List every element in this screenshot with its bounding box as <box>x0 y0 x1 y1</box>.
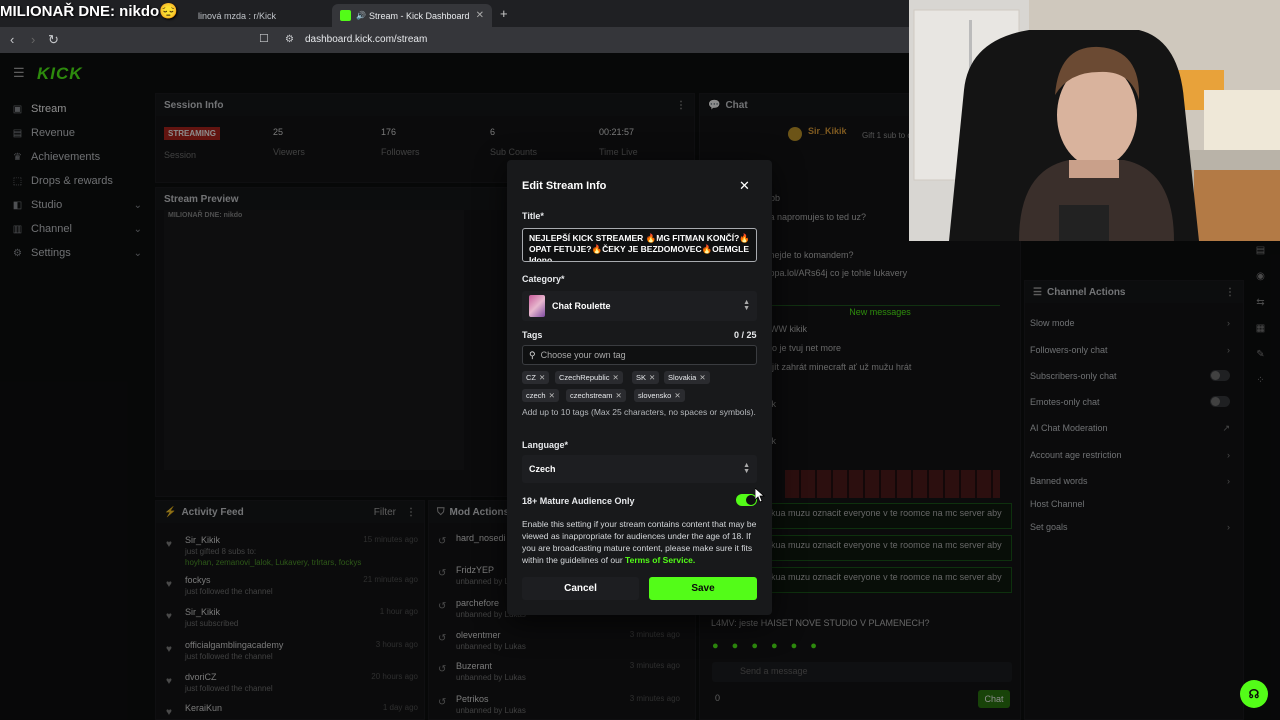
category-value: Chat Roulette <box>552 301 611 311</box>
tag-input[interactable]: ⚲ Choose your own tag <box>522 345 757 365</box>
tag-chip-label: CzechRepublic <box>559 373 610 382</box>
stream-title-field[interactable]: NEJLEPŠÍ KICK STREAMER 🔥MG FITMAN KONČÍ?… <box>522 228 757 262</box>
browser-tab-active[interactable]: 🔊 Stream - Kick Dashboard ✕ <box>332 4 492 27</box>
remove-tag-icon[interactable]: ✕ <box>539 373 545 382</box>
bookmark-icon[interactable]: ☐ <box>259 32 269 45</box>
category-label: Category* <box>522 274 565 284</box>
edit-stream-info-modal: Edit Stream Info ✕ Title* NEJLEPŠÍ KICK … <box>507 160 772 615</box>
mature-description: Enable this setting if your stream conta… <box>522 518 760 566</box>
tag-chip: CzechRepublic ✕ <box>555 371 623 384</box>
modal-title: Edit Stream Info <box>522 180 607 192</box>
tag-chip: czech ✕ <box>522 389 559 402</box>
tag-chip-label: SK <box>636 373 647 382</box>
tag-chip: slovensko ✕ <box>634 389 685 402</box>
cancel-button[interactable]: Cancel <box>522 577 639 600</box>
mature-toggle[interactable] <box>736 494 757 506</box>
speaker-icon: 🔊 <box>356 11 366 20</box>
tag-counter: 0 / 25 <box>734 330 757 340</box>
stream-overlay-title: MILIONAŘ DNE: nikdo😔 <box>0 3 178 20</box>
kick-favicon-icon <box>340 10 351 21</box>
tag-chip: SK ✕ <box>632 371 660 384</box>
tag-chip-label: slovensko <box>638 391 672 400</box>
tag-chip-label: Slovakia <box>668 373 697 382</box>
title-label: Title* <box>522 211 544 221</box>
site-info-icon[interactable]: ⚙ <box>285 34 294 45</box>
remove-tag-icon[interactable]: ✕ <box>699 373 705 382</box>
save-button[interactable]: Save <box>649 577 757 600</box>
tag-chip-label: czech <box>526 391 546 400</box>
search-icon: ⚲ <box>529 349 536 360</box>
close-icon[interactable]: ✕ <box>739 178 750 194</box>
tags-label: Tags <box>522 330 543 340</box>
tag-help-text: Add up to 10 tags (Max 25 characters, no… <box>522 407 756 417</box>
webcam-image <box>909 0 1280 241</box>
remove-tag-icon[interactable]: ✕ <box>674 391 680 400</box>
back-icon[interactable]: ‹ <box>10 32 14 47</box>
terms-of-service-link[interactable]: Terms of Service. <box>625 555 695 565</box>
tag-chip: czechstream ✕ <box>566 389 626 402</box>
tag-placeholder: Choose your own tag <box>540 350 626 360</box>
category-thumbnail <box>529 295 545 317</box>
support-chat-button[interactable]: ☊ <box>1240 680 1268 708</box>
headset-icon: ☊ <box>1248 687 1260 701</box>
reload-icon[interactable]: ↻ <box>48 32 59 48</box>
language-select[interactable]: Czech ▲ ▼ <box>522 455 757 483</box>
forward-icon[interactable]: › <box>31 32 35 47</box>
select-arrows-icon: ▲ ▼ <box>743 299 750 312</box>
select-arrows-icon: ▲ ▼ <box>743 462 750 475</box>
browser-tab[interactable]: linová mzda : r/Kick <box>190 4 330 27</box>
remove-tag-icon[interactable]: ✕ <box>612 373 618 382</box>
remove-tag-icon[interactable]: ✕ <box>549 391 555 400</box>
mouse-cursor-icon <box>755 488 765 503</box>
url-field[interactable]: dashboard.kick.com/stream <box>305 34 427 45</box>
remove-tag-icon[interactable]: ✕ <box>649 373 655 382</box>
tag-chip-label: czechstream <box>570 391 613 400</box>
language-value: Czech <box>529 464 556 474</box>
new-tab-button[interactable]: + <box>500 6 508 21</box>
language-label: Language* <box>522 440 569 450</box>
category-select[interactable]: Chat Roulette ▲ ▼ <box>522 291 757 321</box>
tab-close-icon[interactable]: ✕ <box>476 10 484 21</box>
tag-chip-label: CZ <box>526 373 536 382</box>
tab-label: Stream - Kick Dashboard <box>368 10 470 21</box>
webcam-overlay <box>909 0 1280 241</box>
tab-label: linová mzda : r/Kick <box>198 10 277 21</box>
tag-chip: Slovakia ✕ <box>664 371 710 384</box>
tag-chip: CZ ✕ <box>522 371 550 384</box>
mature-label: 18+ Mature Audience Only <box>522 496 635 506</box>
remove-tag-icon[interactable]: ✕ <box>616 391 622 400</box>
